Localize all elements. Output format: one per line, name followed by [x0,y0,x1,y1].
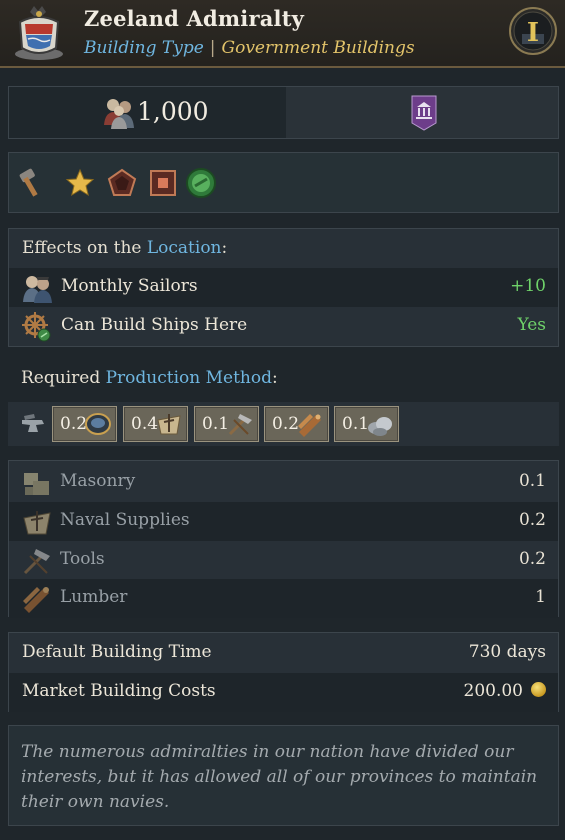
input-goods-panel: Masonry 0.1 Naval Supplies 0.2 Tools 0.2… [8,460,559,618]
production-input-amount: 0.2 [60,414,88,434]
star-icon[interactable] [64,167,96,199]
production-input-chip[interactable]: 0.1 [194,406,259,442]
province-crest-icon [15,6,63,60]
production-input-amount: 0.1 [202,414,230,434]
production-heading-prefix: Required [21,368,106,388]
effects-heading-prefix: Effects on the [22,238,147,258]
naval-supplies-icon [157,414,181,435]
hammer-icon[interactable] [16,167,48,199]
population-cost-value: 1,000 [137,97,209,126]
green-seal-icon[interactable] [185,167,217,199]
effect-row-ships[interactable]: Can Build Ships Here Yes [9,307,558,346]
anvil-icon[interactable] [20,412,46,436]
location-effects-panel: Effects on the Location: Monthly Sailors… [8,228,559,347]
flavor-text-panel: The numerous admiralties in our nation h… [8,725,559,826]
effect-value: +10 [510,276,546,296]
ship-wheel-icon [22,312,51,342]
production-input-chip[interactable]: 0.1 [334,406,399,442]
building-time-row: Default Building Time 730 days [9,634,558,673]
input-label: Naval Supplies [60,510,190,530]
tooltip-header: Zeeland Admiralty Building Type | Governme… [0,0,565,68]
building-subtitle: Building Type | Government Buildings [84,38,415,58]
square-icon[interactable] [147,167,179,199]
subtitle-separator: | [209,38,216,58]
population-cost[interactable]: 1,000 [9,87,286,138]
location-link[interactable]: Location [147,238,222,258]
effect-row-sailors[interactable]: Monthly Sailors +10 [9,268,558,307]
production-method-heading: Required Production Method: [21,368,278,388]
stone-icon [368,417,392,436]
building-cost-row: Market Building Costs 200.00 [9,673,558,712]
production-heading-suffix: : [271,368,278,388]
input-label: Lumber [60,587,128,607]
lumber-icon [23,587,49,613]
input-row-lumber[interactable]: Lumber 1 [9,579,558,618]
tier-numeral: I [527,18,539,48]
building-time-value: 730 days [468,642,546,662]
input-row-tools[interactable]: Tools 0.2 [9,541,558,580]
production-input-chip[interactable]: 0.2 [264,406,329,442]
input-label: Masonry [60,471,136,491]
building-tags-strip [8,152,559,213]
production-input-chip[interactable]: 0.2 [52,406,117,442]
tier-badge: I [509,7,557,55]
sailors-icon [23,276,52,303]
pentagon-icon[interactable] [106,167,138,199]
effect-label: Can Build Ships Here [61,315,248,335]
building-cost-label: Market Building Costs [22,681,216,701]
effects-heading-suffix: : [221,238,228,258]
building-time-label: Default Building Time [22,642,212,662]
building-time-cost-panel: Default Building Time 730 days Market Bu… [8,632,559,712]
effect-value: Yes [517,315,546,335]
building-cost-value: 200.00 [463,681,523,701]
naval-supplies-icon [23,511,51,535]
building-title: Zeeland Admiralty [84,6,305,31]
tools-icon [228,414,252,436]
building-type-link[interactable]: Building Type [84,38,204,58]
effect-label: Monthly Sailors [61,276,198,296]
input-value: 1 [535,587,546,607]
input-row-masonry[interactable]: Masonry 0.1 [9,463,558,502]
input-value: 0.2 [518,510,546,530]
masonry-icon [24,473,49,495]
cost-panel: 1,000 [8,86,559,139]
gold-coin-icon [531,682,546,697]
production-input-amount: 0.2 [272,414,300,434]
production-method-link[interactable]: Production Method [106,368,272,388]
input-row-naval-supplies[interactable]: Naval Supplies 0.2 [9,502,558,541]
production-input-chip[interactable]: 0.4 [123,406,188,442]
production-method-strip: 0.2 0.4 0.1 0.2 0.1 [8,402,559,446]
population-icon [104,99,134,129]
bowl-icon [85,413,111,435]
flavor-text: The numerous admiralties in our nation h… [21,742,538,812]
input-value: 0.2 [518,549,546,569]
effects-heading: Effects on the Location: [22,238,227,258]
production-input-amount: 0.4 [131,414,159,434]
government-building-icon[interactable] [411,95,437,131]
building-cost-value-wrap: 200.00 [464,681,546,701]
tools-icon [23,549,50,575]
input-value: 0.1 [518,471,546,491]
lumber-icon [298,414,321,437]
production-input-amount: 0.1 [342,414,370,434]
input-label: Tools [60,549,105,569]
building-group-link[interactable]: Government Buildings [222,38,415,58]
